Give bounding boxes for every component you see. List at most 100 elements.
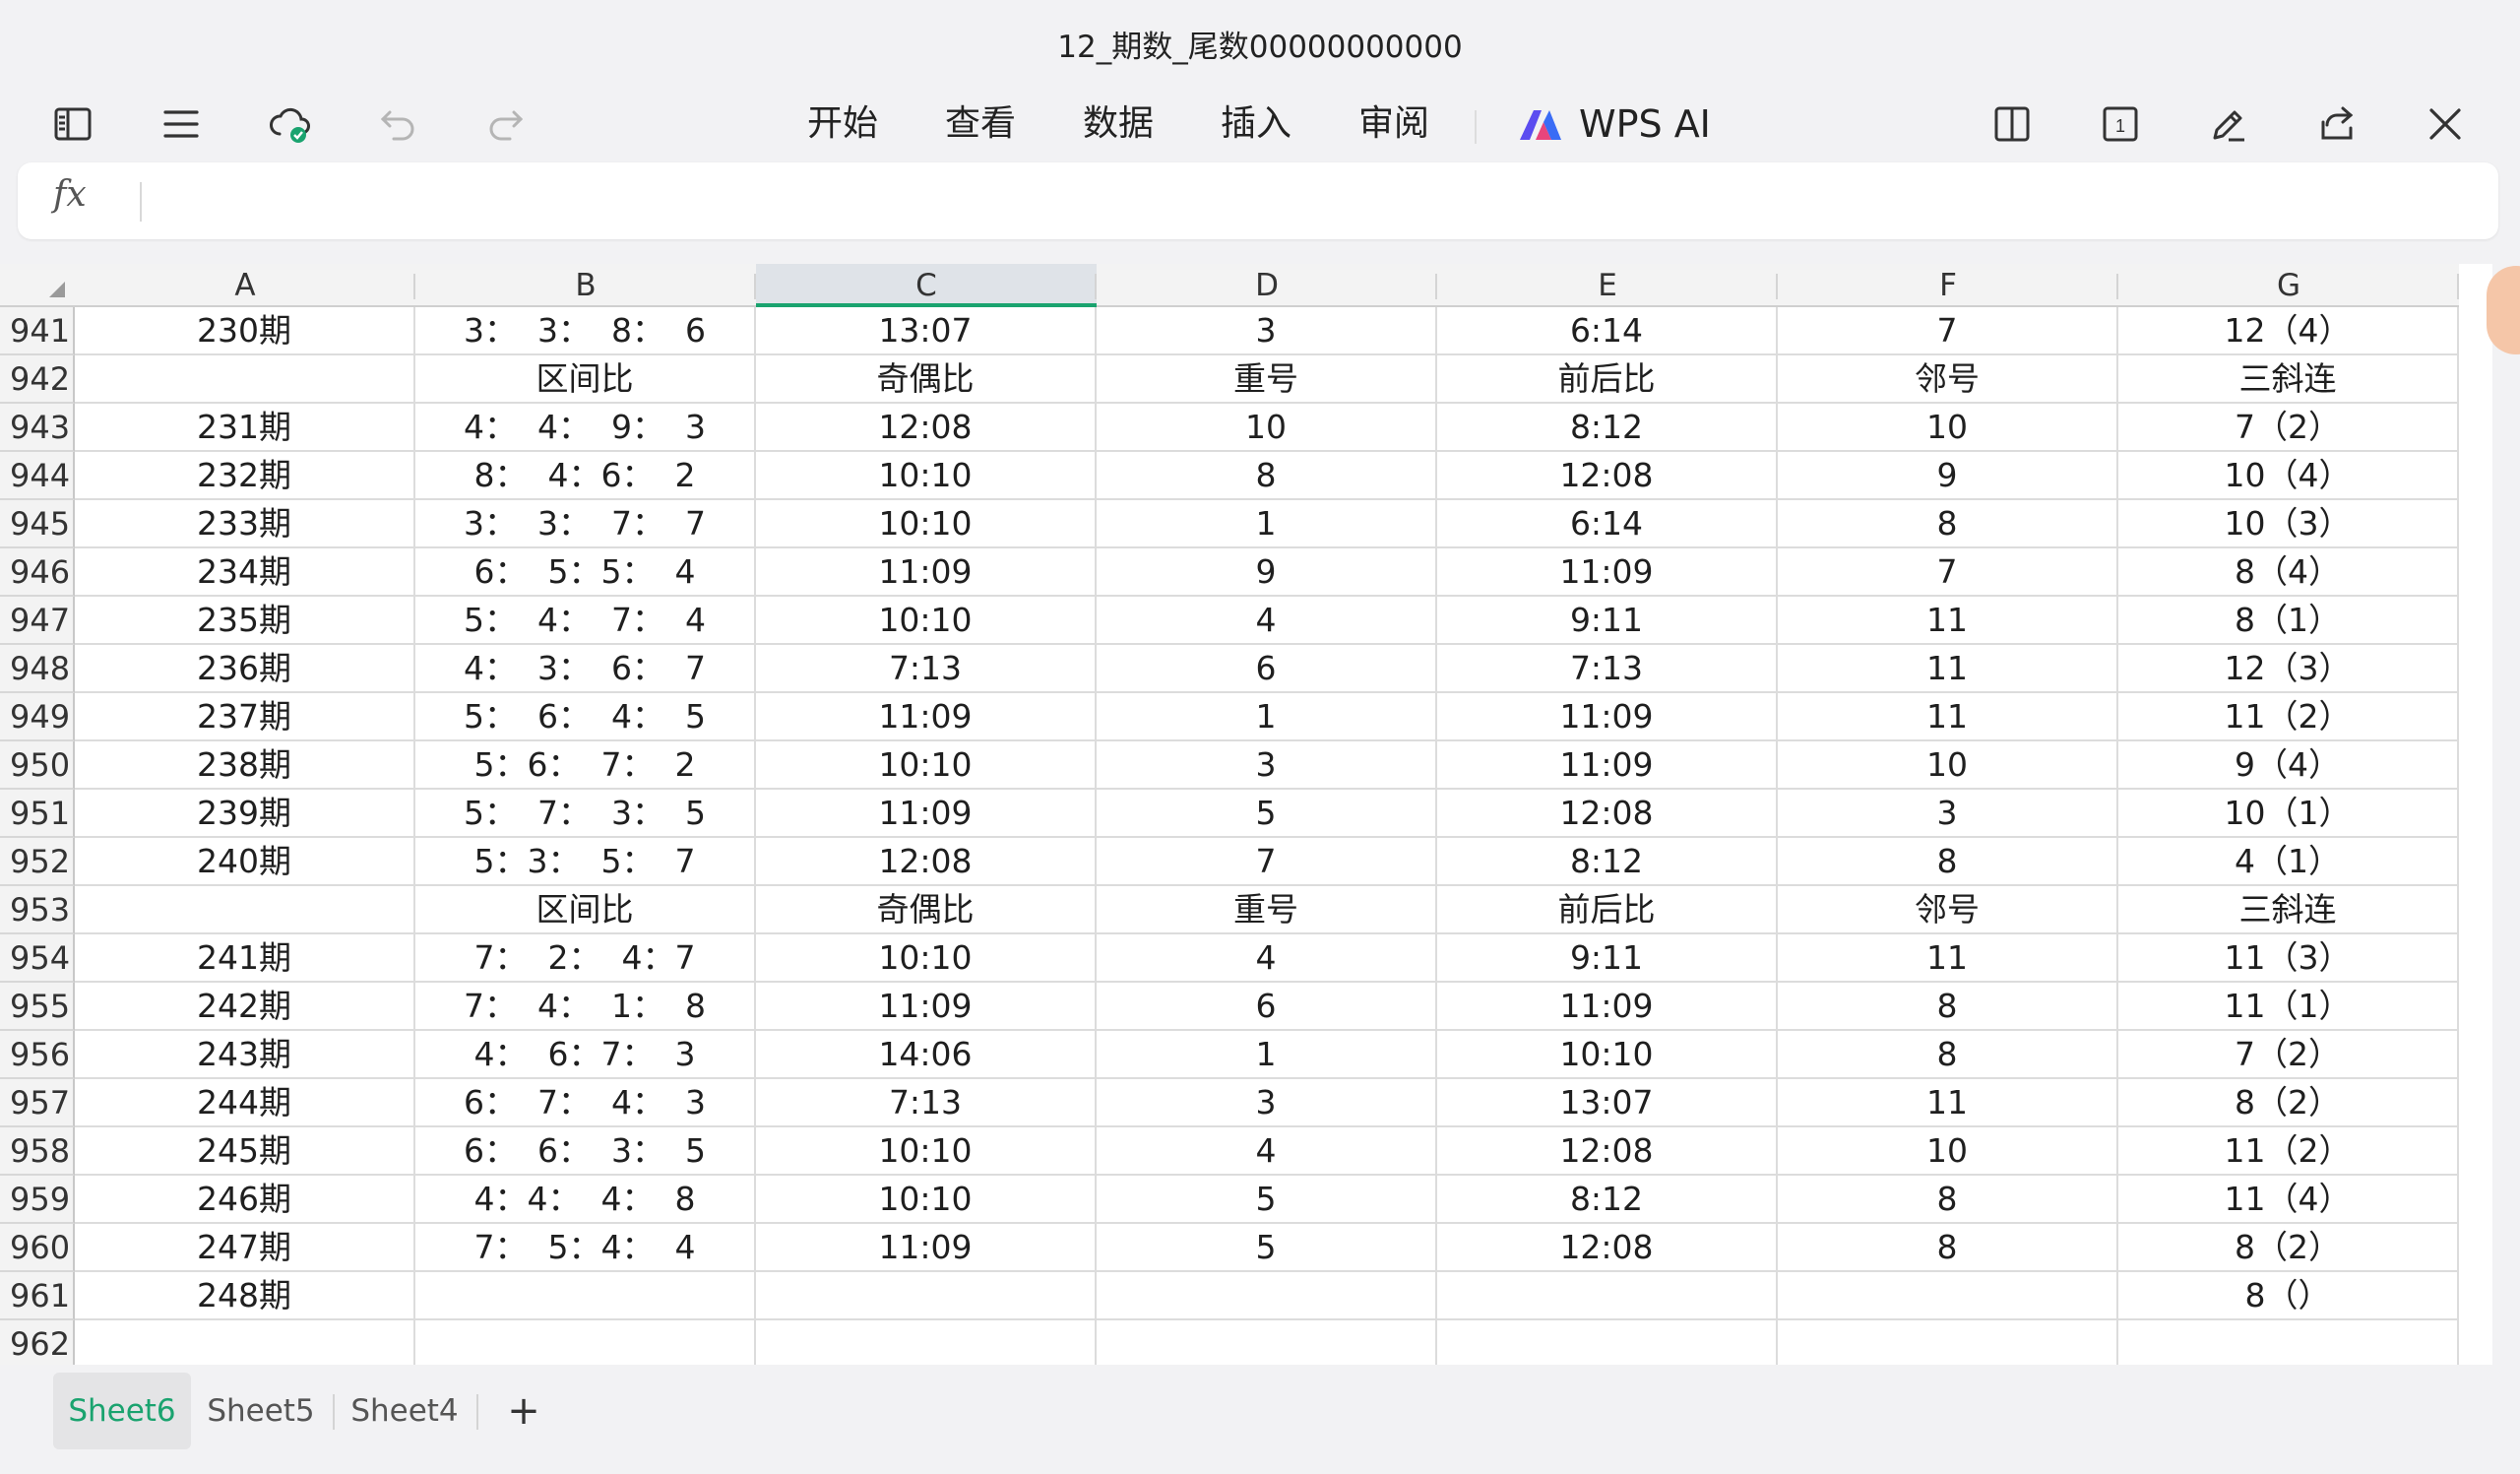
cell-f957[interactable]: 11 [1778, 1079, 2118, 1127]
cell-c945[interactable]: 10:10 [756, 500, 1097, 548]
cell-e955[interactable]: 11:09 [1437, 983, 1778, 1031]
cell-d949[interactable]: 1 [1097, 693, 1437, 741]
cell-f951[interactable]: 3 [1778, 790, 2118, 838]
cell-d951[interactable]: 5 [1097, 790, 1437, 838]
sidebar-toggle-icon[interactable] [41, 93, 104, 156]
cell-e946[interactable]: 11:09 [1437, 548, 1778, 597]
cell-g943[interactable]: 7（2） [2118, 404, 2459, 452]
cell-f942[interactable]: 邻号 [1778, 355, 2118, 404]
cell-e959[interactable]: 8:12 [1437, 1176, 1778, 1224]
row-header[interactable]: 954 [0, 934, 75, 983]
cell-c955[interactable]: 11:09 [756, 983, 1097, 1031]
cell-f961[interactable] [1778, 1272, 2118, 1320]
cell-a951[interactable]: 239期 [75, 790, 415, 838]
cell-a944[interactable]: 232期 [75, 452, 415, 500]
menu-data[interactable]: 数据 [1083, 95, 1154, 154]
row-header[interactable]: 956 [0, 1031, 75, 1079]
cell-c952[interactable]: 12:08 [756, 838, 1097, 886]
cell-e949[interactable]: 11:09 [1437, 693, 1778, 741]
cell-b957[interactable]: 6： 7： 4： 3 [415, 1079, 756, 1127]
cell-a956[interactable]: 243期 [75, 1031, 415, 1079]
cell-d945[interactable]: 1 [1097, 500, 1437, 548]
cell-d960[interactable]: 5 [1097, 1224, 1437, 1272]
row-header[interactable]: 943 [0, 404, 75, 452]
share-icon[interactable] [2305, 93, 2368, 156]
column-header-g[interactable]: G [2118, 264, 2459, 307]
menu-review[interactable]: 审阅 [1358, 95, 1429, 154]
cell-e945[interactable]: 6:14 [1437, 500, 1778, 548]
undo-icon[interactable] [366, 93, 429, 156]
cell-d943[interactable]: 10 [1097, 404, 1437, 452]
row-header[interactable]: 958 [0, 1127, 75, 1176]
cell-d957[interactable]: 3 [1097, 1079, 1437, 1127]
cell-b958[interactable]: 6： 6： 3： 5 [415, 1127, 756, 1176]
row-header[interactable]: 959 [0, 1176, 75, 1224]
cell-a955[interactable]: 242期 [75, 983, 415, 1031]
cell-c957[interactable]: 7:13 [756, 1079, 1097, 1127]
row-header[interactable]: 947 [0, 597, 75, 645]
cell-f948[interactable]: 11 [1778, 645, 2118, 693]
cell-e950[interactable]: 11:09 [1437, 741, 1778, 790]
cell-a952[interactable]: 240期 [75, 838, 415, 886]
menu-insert[interactable]: 插入 [1221, 95, 1292, 154]
cell-g962[interactable] [2118, 1320, 2459, 1365]
cell-e953[interactable]: 前后比 [1437, 886, 1778, 934]
row-header[interactable]: 948 [0, 645, 75, 693]
sheet-tab-sheet5[interactable]: Sheet5 [197, 1373, 325, 1449]
cell-f953[interactable]: 邻号 [1778, 886, 2118, 934]
cell-a953[interactable] [75, 886, 415, 934]
cell-e954[interactable]: 9:11 [1437, 934, 1778, 983]
row-header[interactable]: 962 [0, 1320, 75, 1365]
formula-bar[interactable]: fx [18, 162, 2498, 239]
cell-b953[interactable]: 区间比 [415, 886, 756, 934]
cloud-sync-icon[interactable] [258, 93, 321, 156]
column-header-divider[interactable] [2457, 274, 2459, 299]
cell-e947[interactable]: 9:11 [1437, 597, 1778, 645]
cell-g945[interactable]: 10（3） [2118, 500, 2459, 548]
cell-g949[interactable]: 11（2） [2118, 693, 2459, 741]
cell-f954[interactable]: 11 [1778, 934, 2118, 983]
cell-a941[interactable]: 230期 [75, 307, 415, 355]
edit-pen-icon[interactable] [2197, 93, 2260, 156]
row-header[interactable]: 957 [0, 1079, 75, 1127]
cell-b961[interactable] [415, 1272, 756, 1320]
cell-a962[interactable] [75, 1320, 415, 1365]
cell-f960[interactable]: 8 [1778, 1224, 2118, 1272]
cell-a947[interactable]: 235期 [75, 597, 415, 645]
cell-b948[interactable]: 4： 3： 6： 7 [415, 645, 756, 693]
cell-d961[interactable] [1097, 1272, 1437, 1320]
cell-f955[interactable]: 8 [1778, 983, 2118, 1031]
cell-d952[interactable]: 7 [1097, 838, 1437, 886]
add-sheet-button[interactable]: + [494, 1373, 553, 1449]
cell-d956[interactable]: 1 [1097, 1031, 1437, 1079]
redo-icon[interactable] [474, 93, 537, 156]
cell-a945[interactable]: 233期 [75, 500, 415, 548]
sheet-tab-sheet6[interactable]: Sheet6 [53, 1373, 191, 1449]
cell-e948[interactable]: 7:13 [1437, 645, 1778, 693]
row-header[interactable]: 946 [0, 548, 75, 597]
sheet-tab-sheet4[interactable]: Sheet4 [341, 1373, 469, 1449]
cell-b959[interactable]: 4：4： 4： 8 [415, 1176, 756, 1224]
row-header[interactable]: 953 [0, 886, 75, 934]
floating-assistant-badge[interactable] [2487, 266, 2520, 354]
cell-b946[interactable]: 6： 5：5： 4 [415, 548, 756, 597]
cell-f943[interactable]: 10 [1778, 404, 2118, 452]
column-header-c[interactable]: C [756, 264, 1097, 307]
cell-b962[interactable] [415, 1320, 756, 1365]
cell-b960[interactable]: 7： 5：4： 4 [415, 1224, 756, 1272]
cell-e962[interactable] [1437, 1320, 1778, 1365]
cell-a943[interactable]: 231期 [75, 404, 415, 452]
cell-f950[interactable]: 10 [1778, 741, 2118, 790]
cell-e957[interactable]: 13:07 [1437, 1079, 1778, 1127]
cell-e961[interactable] [1437, 1272, 1778, 1320]
cell-g952[interactable]: 4（1） [2118, 838, 2459, 886]
cell-d953[interactable]: 重号 [1097, 886, 1437, 934]
cell-a957[interactable]: 244期 [75, 1079, 415, 1127]
menu-home[interactable]: 开始 [807, 95, 878, 154]
cell-g948[interactable]: 12（3） [2118, 645, 2459, 693]
cell-d950[interactable]: 3 [1097, 741, 1437, 790]
cell-e944[interactable]: 12:08 [1437, 452, 1778, 500]
cell-c962[interactable] [756, 1320, 1097, 1365]
cell-a942[interactable] [75, 355, 415, 404]
cell-g961[interactable]: 8（） [2118, 1272, 2459, 1320]
